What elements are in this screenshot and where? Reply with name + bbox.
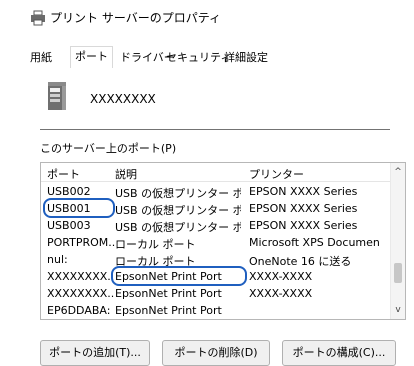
scroll-up-icon[interactable]: ^ <box>391 165 405 179</box>
port-name: XXXXXXXX... <box>47 270 115 283</box>
port-name: nul: <box>47 253 68 266</box>
ports-tab-panel: XXXXXXXX このサーバー上のポート(P) ポート 説明 プリンター USB… <box>26 68 414 366</box>
port-printer: EPSON XXXX Series <box>249 185 358 198</box>
port-description: EpsonNet Print Port <box>115 287 222 300</box>
tab-paper[interactable]: 用紙 <box>26 48 56 68</box>
port-description: USB の仮想プリンター ポート <box>115 221 241 234</box>
port-name: PORTPROM... <box>47 236 115 249</box>
table-row[interactable]: EP6DDABA: EpsonNet Print Port <box>41 302 389 319</box>
port-name: USB003 <box>47 219 91 232</box>
ports-list[interactable]: ポート 説明 プリンター USB002 USB の仮想プリンター ポート EPS… <box>40 162 406 320</box>
port-name: EP6DDABA: <box>47 304 111 317</box>
divider <box>40 129 390 130</box>
server-name: XXXXXXXX <box>90 92 156 106</box>
highlight-usb001 <box>43 198 115 218</box>
table-row[interactable]: PORTPROM... ローカル ポート Microsoft XPS Docum… <box>41 234 389 251</box>
port-description: USB の仮想プリンター ポート <box>115 204 241 217</box>
table-row[interactable]: XXXXXXXX... EpsonNet Print Port XXXX-XXX… <box>41 285 389 302</box>
highlight-epsonnet-port <box>111 266 247 286</box>
port-name: XXXXXXXX... <box>47 287 115 300</box>
port-description: EpsonNet Print Port <box>115 304 222 317</box>
title-bar: プリント サーバーのプロパティ <box>0 0 414 38</box>
port-name: USB002 <box>47 185 91 198</box>
list-scrollbar[interactable]: ^ v <box>390 163 405 319</box>
port-description: ローカル ポート <box>115 238 196 251</box>
scroll-thumb[interactable] <box>394 263 402 283</box>
table-row[interactable]: USB003 USB の仮想プリンター ポート EPSON XXXX Serie… <box>41 217 389 234</box>
port-printer: OneNote 16 に送る <box>249 255 352 268</box>
ports-label: このサーバー上のポート(P) <box>40 142 177 155</box>
port-printer: EPSON XXXX Series <box>249 202 358 215</box>
delete-port-button[interactable]: ポートの削除(D) <box>162 340 270 366</box>
list-header: ポート 説明 プリンター <box>41 163 405 182</box>
tab-bar: 用紙 ポート ドライバー セキュリティ 詳細設定 <box>26 46 414 70</box>
column-header-printer[interactable]: プリンター <box>249 166 391 182</box>
server-printer-icon <box>48 82 66 110</box>
configure-port-button[interactable]: ポートの構成(C)... <box>282 340 396 366</box>
printer-small-icon <box>31 10 45 26</box>
port-printer: XXXX-XXXX <box>249 287 313 300</box>
column-header-description[interactable]: 説明 <box>115 166 241 182</box>
window-title: プリント サーバーのプロパティ <box>50 11 221 25</box>
port-description: USB の仮想プリンター ポート <box>115 187 241 200</box>
scroll-down-icon[interactable]: v <box>391 303 405 317</box>
tab-advanced[interactable]: 詳細設定 <box>220 48 272 68</box>
tab-ports[interactable]: ポート <box>70 46 113 70</box>
port-printer: XXXX-XXXX <box>249 270 313 283</box>
port-printer: EPSON XXXX Series <box>249 219 358 232</box>
column-header-port[interactable]: ポート <box>47 166 115 182</box>
add-port-button[interactable]: ポートの追加(T)... <box>40 340 150 366</box>
port-printer: Microsoft XPS Documen <box>249 236 380 249</box>
